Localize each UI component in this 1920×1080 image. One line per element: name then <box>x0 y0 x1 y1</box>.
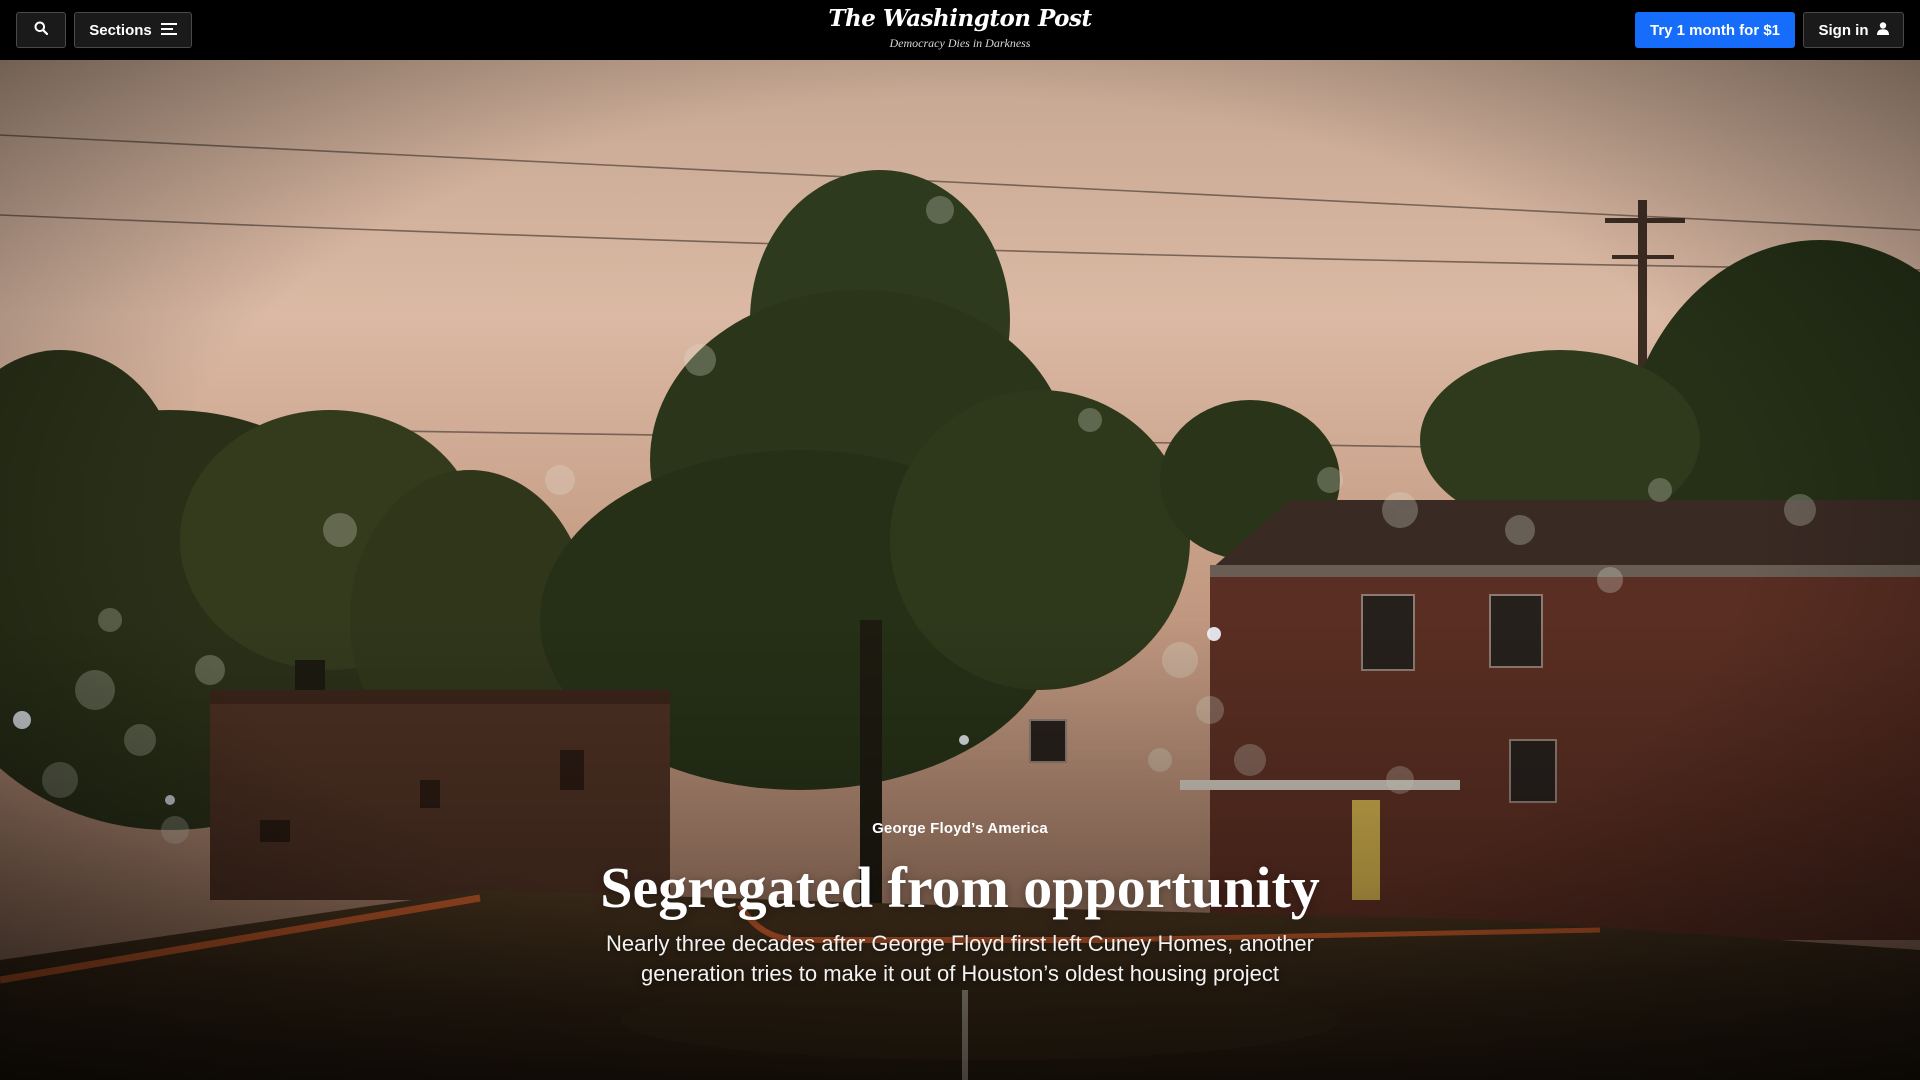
dek-subheadline: Nearly three decades after George Floyd … <box>605 931 1314 986</box>
hero-text-block: George Floyd’s America Segregated from o… <box>560 820 1360 989</box>
masthead: The Washington Post Democracy Dies in Da… <box>760 5 1160 51</box>
top-navigation-bar: Sections The Washington Post Democracy D… <box>0 0 1920 60</box>
sections-menu-button[interactable]: Sections <box>74 12 192 48</box>
washington-post-logo[interactable]: The Washington Post <box>760 5 1160 33</box>
user-icon <box>1876 21 1889 39</box>
search-button[interactable] <box>16 12 66 48</box>
tagline: Democracy Dies in Darkness <box>889 36 1031 50</box>
headline: Segregated from opportunity <box>600 855 1320 920</box>
search-icon <box>34 21 49 39</box>
sign-in-button[interactable]: Sign in <box>1803 12 1904 48</box>
subscribe-button[interactable]: Try 1 month for $1 <box>1635 12 1795 48</box>
hero-banner: George Floyd’s America Segregated from o… <box>0 60 1920 1080</box>
hamburger-menu-icon <box>160 22 177 39</box>
subscribe-label: Try 1 month for $1 <box>1649 21 1781 39</box>
sign-in-label: Sign in <box>1818 21 1869 39</box>
sections-label: Sections <box>89 21 152 39</box>
kicker-label[interactable]: George Floyd’s America <box>560 820 1360 837</box>
